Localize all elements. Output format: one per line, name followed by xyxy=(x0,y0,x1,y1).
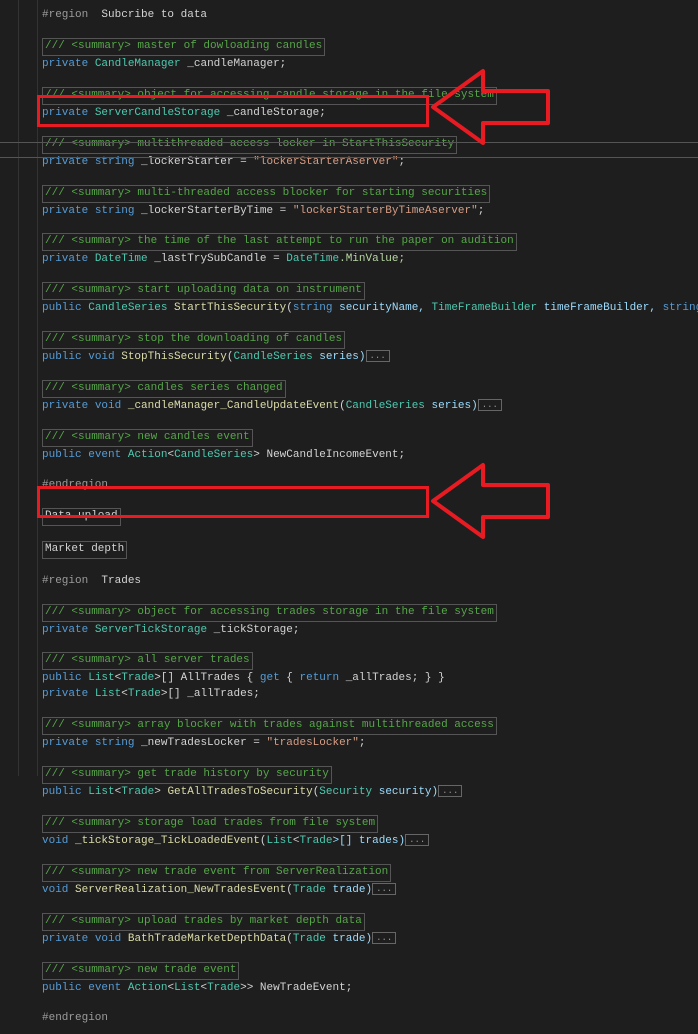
region-end: #endregion xyxy=(42,478,698,494)
field-decl: private List<Trade>[] _allTrades; xyxy=(42,687,698,703)
comment-line: /// <summary> stop the downloading of ca… xyxy=(42,331,698,350)
method-decl: void ServerRealization_NewTradesEvent(Tr… xyxy=(42,883,698,899)
method-decl: public void StopThisSecurity(CandleSerie… xyxy=(42,350,698,366)
comment-line: /// <summary> storage load trades from f… xyxy=(42,815,698,834)
blank-line xyxy=(42,948,698,962)
blank-line xyxy=(42,366,698,380)
blank-line xyxy=(42,317,698,331)
comment-line: /// <summary> master of dowloading candl… xyxy=(42,38,698,57)
prop-decl: public List<Trade>[] AllTrades { get { r… xyxy=(42,671,698,687)
method-decl: public CandleSeries StartThisSecurity(st… xyxy=(42,301,698,317)
comment-line: /// <summary> all server trades xyxy=(42,652,698,671)
blank-line xyxy=(42,268,698,282)
blank-line xyxy=(42,703,698,717)
fold-toggle[interactable]: ... xyxy=(372,883,396,895)
blank-line xyxy=(42,415,698,429)
blank-line xyxy=(42,560,698,574)
comment-line: /// <summary> new trade event from Serve… xyxy=(42,864,698,883)
blank-line xyxy=(42,638,698,652)
comment-line: /// <summary> new trade event xyxy=(42,962,698,981)
method-decl: private void BathTradeMarketDepthData(Tr… xyxy=(42,932,698,948)
blank-line xyxy=(42,850,698,864)
blank-line xyxy=(42,494,698,508)
field-decl: private DateTime _lastTrySubCandle = Dat… xyxy=(42,252,698,268)
collapsed-region[interactable]: Market depth xyxy=(42,541,698,560)
blank-line xyxy=(42,171,698,185)
fold-toggle[interactable]: ... xyxy=(366,350,390,362)
region-start: #region Trades xyxy=(42,574,698,590)
event-decl: public event Action<CandleSeries> NewCan… xyxy=(42,448,698,464)
field-decl: private ServerTickStorage _tickStorage; xyxy=(42,623,698,639)
blank-line xyxy=(42,73,698,87)
blank-line xyxy=(42,24,698,38)
field-decl: private CandleManager _candleManager; xyxy=(42,57,698,73)
comment-line: /// <summary> multi-threaded access bloc… xyxy=(42,185,698,204)
comment-line: /// <summary> array blocker with trades … xyxy=(42,717,698,736)
region-end: #endregion xyxy=(42,1011,698,1027)
comment-line: /// <summary> upload trades by market de… xyxy=(42,913,698,932)
comment-line: /// <summary> candles series changed xyxy=(42,380,698,399)
code-editor[interactable]: #region Subcribe to data /// <summary> m… xyxy=(0,0,698,1034)
comment-line: /// <summary> new candles event xyxy=(42,429,698,448)
blank-line xyxy=(42,752,698,766)
field-decl: private ServerCandleStorage _candleStora… xyxy=(42,106,698,122)
field-decl: private string _lockerStarter = "lockerS… xyxy=(42,155,698,171)
method-decl: public List<Trade> GetAllTradesToSecurit… xyxy=(42,785,698,801)
fold-toggle[interactable]: ... xyxy=(372,932,396,944)
blank-line xyxy=(42,801,698,815)
comment-line: /// <summary> object for accessing candl… xyxy=(42,87,698,106)
blank-line xyxy=(42,122,698,136)
comment-line: /// <summary> object for accessing trade… xyxy=(42,604,698,623)
region-start: #region Subcribe to data xyxy=(42,8,698,24)
comment-line: /// <summary> multithreaded access locke… xyxy=(42,136,698,155)
blank-line xyxy=(42,997,698,1011)
blank-line xyxy=(42,527,698,541)
blank-line xyxy=(42,590,698,604)
blank-line xyxy=(42,464,698,478)
fold-toggle[interactable]: ... xyxy=(438,785,462,797)
field-decl: private string _newTradesLocker = "trade… xyxy=(42,736,698,752)
field-decl: private string _lockerStarterByTime = "l… xyxy=(42,204,698,220)
method-decl: private void _candleManager_CandleUpdate… xyxy=(42,399,698,415)
blank-line xyxy=(42,899,698,913)
event-decl: public event Action<List<Trade>> NewTrad… xyxy=(42,981,698,997)
comment-line: /// <summary> the time of the last attem… xyxy=(42,233,698,252)
fold-toggle[interactable]: ... xyxy=(478,399,502,411)
fold-toggle[interactable]: ... xyxy=(405,834,429,846)
comment-line: /// <summary> start uploading data on in… xyxy=(42,282,698,301)
method-decl: void _tickStorage_TickLoadedEvent(List<T… xyxy=(42,834,698,850)
blank-line xyxy=(42,219,698,233)
collapsed-region[interactable]: Data upload xyxy=(42,508,698,527)
